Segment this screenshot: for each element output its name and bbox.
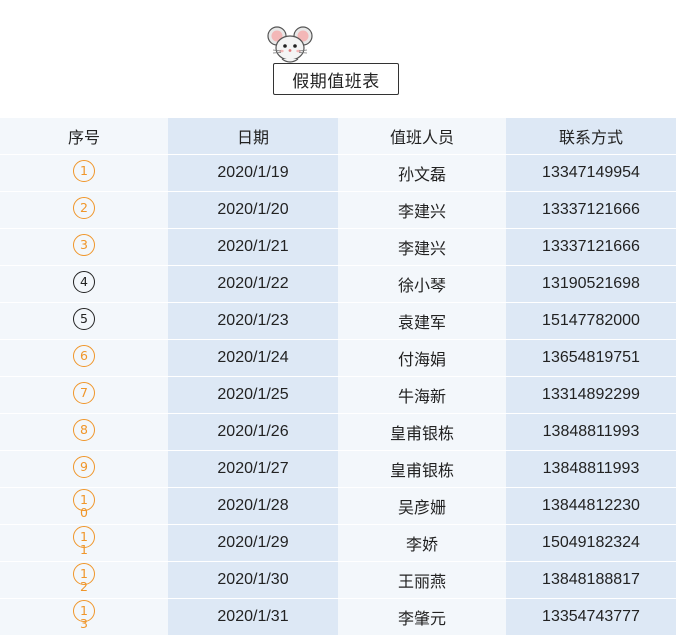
table-row: 1 3 2020/1/31 李肇元 13354743777: [0, 598, 676, 636]
cell-person: 牛海新: [338, 376, 506, 414]
header-date: 日期: [168, 118, 338, 155]
cell-person: 李建兴: [338, 228, 506, 266]
cell-date: 2020/1/27: [168, 450, 338, 488]
cell-person: 孙文磊: [338, 154, 506, 192]
cell-date: 2020/1/26: [168, 413, 338, 451]
cell-seq: 6: [0, 339, 168, 377]
seq-circle-tail: 3: [80, 615, 88, 631]
cell-person: 袁建军: [338, 302, 506, 340]
seq-badge: 10: [73, 488, 95, 520]
cell-person: 付海娟: [338, 339, 506, 377]
cell-date: 2020/1/28: [168, 487, 338, 525]
seq-badge: 2: [73, 197, 95, 219]
cell-phone: 13848188817: [506, 561, 676, 599]
header-phone: 联系方式: [506, 118, 676, 155]
cell-person: 李建兴: [338, 191, 506, 229]
table-row: 2 2020/1/20 李建兴 13337121666: [0, 191, 676, 229]
seq-badge: 7: [73, 382, 95, 404]
cell-date: 2020/1/30: [168, 561, 338, 599]
table-row: 3 2020/1/21 李建兴 13337121666: [0, 228, 676, 266]
cell-date: 2020/1/25: [168, 376, 338, 414]
cell-date: 2020/1/31: [168, 598, 338, 636]
cell-phone: 13848811993: [506, 413, 676, 451]
seq-circle-tail: 1: [80, 541, 88, 557]
seq-badge: 13: [73, 599, 95, 631]
cell-phone: 13337121666: [506, 228, 676, 266]
cell-person: 吴彦姗: [338, 487, 506, 525]
table-row: 7 2020/1/25 牛海新 13314892299: [0, 376, 676, 414]
cell-seq: 7: [0, 376, 168, 414]
cell-date: 2020/1/29: [168, 524, 338, 562]
cell-phone: 13337121666: [506, 191, 676, 229]
cell-phone: 13314892299: [506, 376, 676, 414]
seq-badge: 3: [73, 234, 95, 256]
cell-seq: 2: [0, 191, 168, 229]
table-row: 1 1 2020/1/29 李娇 15049182324: [0, 524, 676, 562]
cell-date: 2020/1/20: [168, 191, 338, 229]
mouse-icon: [267, 26, 313, 63]
cell-date: 2020/1/23: [168, 302, 338, 340]
cell-person: 皇甫银栋: [338, 413, 506, 451]
cell-phone: 13354743777: [506, 598, 676, 636]
table-row: 4 2020/1/22 徐小琴 13190521698: [0, 265, 676, 303]
header-person: 值班人员: [338, 118, 506, 155]
cell-phone: 13654819751: [506, 339, 676, 377]
cell-seq: 8: [0, 413, 168, 451]
cell-seq: 11: [0, 524, 168, 562]
seq-badge: 9: [73, 456, 95, 478]
table-row: 8 2020/1/26 皇甫银栋 13848811993: [0, 413, 676, 451]
cell-seq: 12: [0, 561, 168, 599]
title-area: 假期值班表: [0, 0, 680, 118]
cell-seq: 5: [0, 302, 168, 340]
seq-badge: 1: [73, 160, 95, 182]
cell-seq: 10: [0, 487, 168, 525]
table-row: 6 2020/1/24 付海娟 13654819751: [0, 339, 676, 377]
cell-person: 李肇元: [338, 598, 506, 636]
cell-phone: 13848811993: [506, 450, 676, 488]
cell-date: 2020/1/24: [168, 339, 338, 377]
cell-seq: 1: [0, 154, 168, 192]
cell-date: 2020/1/19: [168, 154, 338, 192]
cell-date: 2020/1/21: [168, 228, 338, 266]
table-row: 1 2 2020/1/30 王丽燕 13848188817: [0, 561, 676, 599]
cell-seq: 13: [0, 598, 168, 636]
cell-phone: 13190521698: [506, 265, 676, 303]
header-seq: 序号: [0, 118, 168, 155]
cell-phone: 15049182324: [506, 524, 676, 562]
seq-badge: 5: [73, 308, 95, 330]
seq-badge: 4: [73, 271, 95, 293]
table-row: 1 0 2020/1/28 吴彦姗 13844812230: [0, 487, 676, 525]
table-header-row: 序号 日期 值班人员 联系方式: [0, 118, 676, 155]
cell-seq: 9: [0, 450, 168, 488]
table-body: 1 2020/1/19 孙文磊 13347149954 2 2020/1/20 李建兴 133…: [0, 154, 676, 636]
cell-seq: 3: [0, 228, 168, 266]
table-row: 5 2020/1/23 袁建军 15147782000: [0, 302, 676, 340]
seq-circle-tail: 0: [80, 504, 88, 520]
page-title: 假期值班表: [273, 63, 399, 95]
seq-circle-tail: 2: [80, 578, 88, 594]
cell-date: 2020/1/22: [168, 265, 338, 303]
cell-phone: 13347149954: [506, 154, 676, 192]
duty-table: 序号 日期 值班人员 联系方式 1 2020/1/19 孙文磊 13347149954…: [0, 118, 676, 636]
cell-phone: 13844812230: [506, 487, 676, 525]
cell-person: 王丽燕: [338, 561, 506, 599]
cell-person: 皇甫银栋: [338, 450, 506, 488]
table-row: 9 2020/1/27 皇甫银栋 13848811993: [0, 450, 676, 488]
seq-badge: 6: [73, 345, 95, 367]
seq-badge: 8: [73, 419, 95, 441]
cell-phone: 15147782000: [506, 302, 676, 340]
seq-badge: 11: [73, 525, 95, 557]
table-row: 1 2020/1/19 孙文磊 13347149954: [0, 154, 676, 192]
seq-badge: 12: [73, 562, 95, 594]
cell-seq: 4: [0, 265, 168, 303]
cell-person: 徐小琴: [338, 265, 506, 303]
cell-person: 李娇: [338, 524, 506, 562]
